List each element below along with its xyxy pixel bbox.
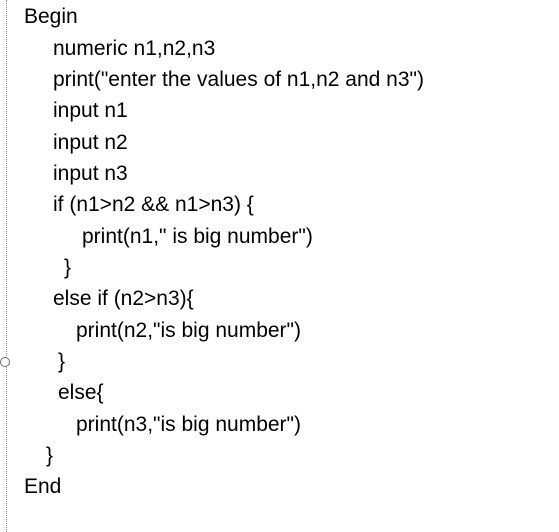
resize-handle-icon[interactable] [0, 357, 10, 367]
line-input-n1: input n1 [53, 99, 128, 122]
line-else: else{ [58, 381, 104, 404]
line-close-else-if: } [58, 350, 66, 373]
document-page: Begin numeric n1,n2,n3 print("enter the … [0, 0, 559, 532]
line-if: if (n1>n2 && n1>n3) { [53, 193, 254, 216]
line-input-n3: input n3 [53, 162, 128, 185]
line-print-n2: print(n2,"is big number") [76, 319, 302, 342]
margin-guide [6, 0, 7, 532]
line-else-if: else if (n2>n3){ [53, 287, 194, 310]
line-close-if: } [64, 256, 72, 279]
line-begin: Begin [24, 5, 78, 28]
line-end: End [24, 475, 62, 498]
line-print-prompt: print("enter the values of n1,n2 and n3"… [53, 68, 424, 91]
line-print-n3: print(n3,"is big number") [76, 413, 302, 436]
line-close-else: } [46, 444, 54, 467]
line-declare: numeric n1,n2,n3 [53, 37, 216, 60]
line-input-n2: input n2 [53, 131, 128, 154]
line-print-n1: print(n1," is big number") [82, 225, 313, 248]
